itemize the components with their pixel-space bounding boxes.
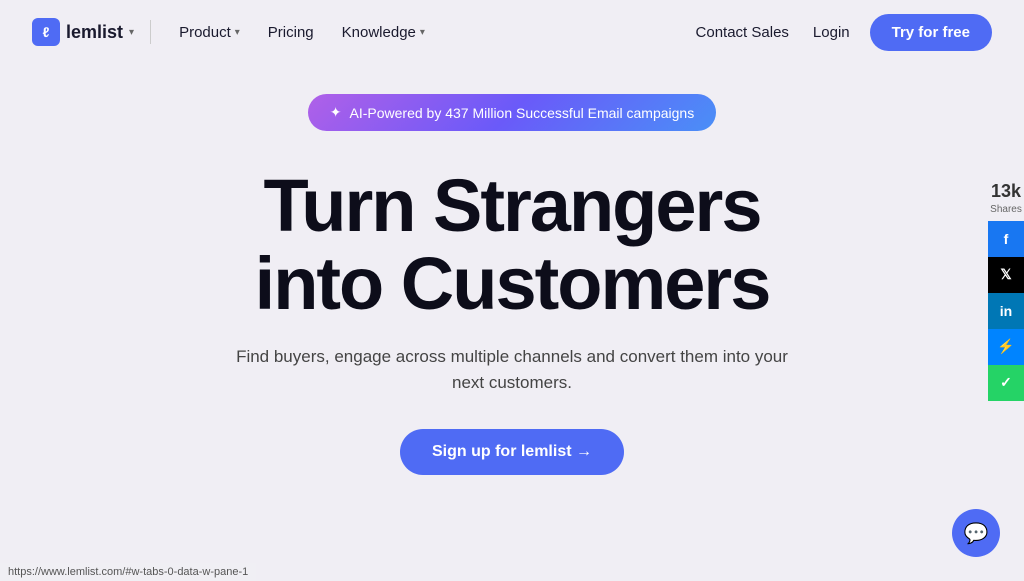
product-chevron-icon: ▾: [235, 27, 240, 38]
headline-line1: Turn Strangers: [264, 164, 761, 247]
whatsapp-share-button[interactable]: ✓: [988, 365, 1024, 401]
login-link[interactable]: Login: [809, 16, 854, 49]
hero-headline: Turn Strangers into Customers: [255, 167, 770, 322]
twitter-share-button[interactable]: 𝕏: [988, 257, 1024, 293]
ai-badge: ✦ AI-Powered by 437 Million Successful E…: [308, 94, 716, 131]
nav-links: Product ▾ Pricing Knowledge ▾: [167, 16, 437, 49]
logo-text: lemlist: [66, 22, 123, 43]
messenger-share-button[interactable]: ⚡: [988, 329, 1024, 365]
navbar-right: Contact Sales Login Try for free: [692, 14, 992, 51]
chat-icon: 💬: [964, 521, 989, 546]
chat-button[interactable]: 💬: [952, 509, 1000, 557]
navbar-left: ℓ lemlist ▾ Product ▾ Pricing Knowledge …: [32, 16, 437, 49]
headline-line2: into Customers: [255, 242, 770, 325]
logo-icon: ℓ: [32, 18, 60, 46]
signup-button[interactable]: Sign up for lemlist →: [400, 429, 624, 475]
knowledge-chevron-icon: ▾: [420, 27, 425, 38]
nav-link-knowledge[interactable]: Knowledge ▾: [330, 16, 437, 49]
share-count: 13k: [991, 181, 1021, 202]
ai-badge-text: AI-Powered by 437 Million Successful Ema…: [350, 105, 695, 121]
url-bar: https://www.lemlist.com/#w-tabs-0-data-w…: [0, 563, 256, 581]
facebook-share-button[interactable]: f: [988, 221, 1024, 257]
nav-link-pricing[interactable]: Pricing: [256, 16, 326, 49]
logo-chevron-icon: ▾: [129, 27, 134, 38]
navbar: ℓ lemlist ▾ Product ▾ Pricing Knowledge …: [0, 0, 1024, 64]
nav-divider: [150, 20, 151, 44]
url-text: https://www.lemlist.com/#w-tabs-0-data-w…: [8, 566, 248, 578]
try-for-free-button[interactable]: Try for free: [870, 14, 992, 51]
hero-subheadline: Find buyers, engage across multiple chan…: [232, 344, 792, 395]
sparkle-icon: ✦: [330, 104, 342, 121]
share-label: Shares: [990, 204, 1022, 215]
logo[interactable]: ℓ lemlist ▾: [32, 18, 134, 46]
nav-link-product[interactable]: Product ▾: [167, 16, 252, 49]
contact-sales-link[interactable]: Contact Sales: [692, 16, 793, 49]
hero-section: ✦ AI-Powered by 437 Million Successful E…: [0, 64, 1024, 475]
linkedin-share-button[interactable]: in: [988, 293, 1024, 329]
social-sidebar: 13k Shares f 𝕏 in ⚡ ✓: [988, 181, 1024, 401]
